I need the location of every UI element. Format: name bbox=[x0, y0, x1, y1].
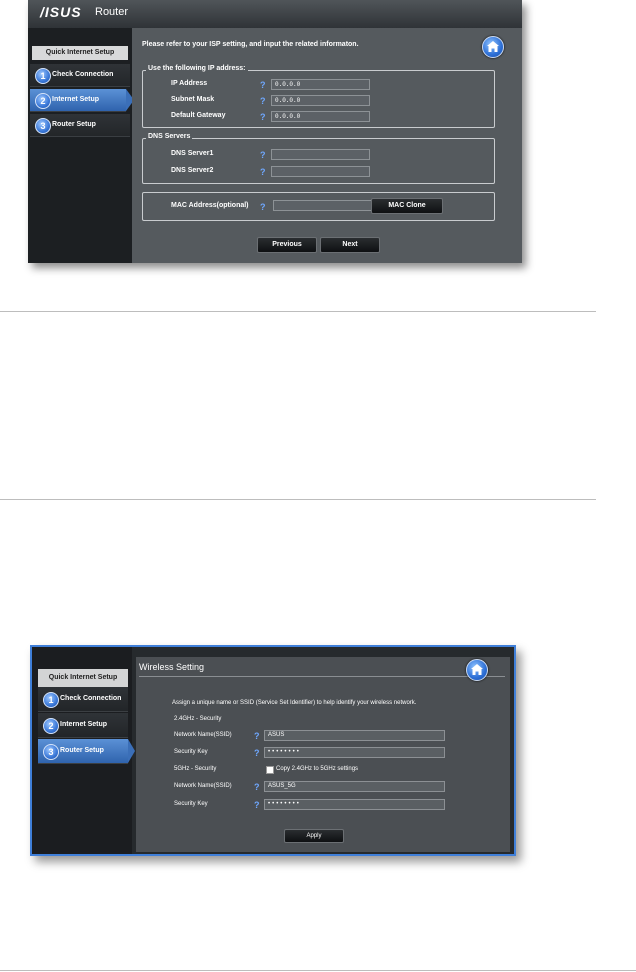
dns-servers-group bbox=[142, 138, 495, 184]
ssid-24-input[interactable]: ASUS bbox=[264, 730, 445, 741]
key-5-label: Security Key bbox=[174, 801, 208, 807]
subnet-mask-label: Subnet Mask bbox=[171, 96, 215, 103]
default-gateway-label: Default Gateway bbox=[171, 112, 226, 119]
sidebar-item-internet-setup[interactable]: 2 Internet Setup bbox=[30, 89, 126, 112]
divider bbox=[0, 970, 636, 971]
help-icon[interactable]: ? bbox=[254, 731, 260, 741]
mac-address-input[interactable] bbox=[273, 200, 372, 211]
help-icon[interactable]: ? bbox=[260, 80, 266, 90]
step-number-icon: 2 bbox=[43, 718, 59, 734]
dns-server1-input[interactable] bbox=[271, 149, 370, 160]
copy-settings-checkbox[interactable] bbox=[266, 766, 274, 774]
next-button[interactable]: Next bbox=[320, 237, 380, 253]
step-number-icon: 1 bbox=[43, 692, 59, 708]
dns-server2-label: DNS Server2 bbox=[171, 167, 214, 174]
title-divider bbox=[139, 676, 505, 677]
help-icon[interactable]: ? bbox=[260, 96, 266, 106]
ip-group-legend: Use the following IP address: bbox=[146, 65, 248, 72]
divider bbox=[0, 499, 596, 500]
wireless-setting-screenshot: Quick Internet Setup 1 Check Connection … bbox=[30, 645, 516, 856]
ip-address-label: IP Address bbox=[171, 80, 208, 87]
sidebar-header: Quick Internet Setup bbox=[32, 46, 128, 60]
section-24ghz-label: 2.4GHz - Security bbox=[174, 716, 222, 722]
ssid-5-input[interactable]: ASUS_5G bbox=[264, 781, 445, 792]
sidebar-item-label: Internet Setup bbox=[60, 721, 108, 728]
mac-address-label: MAC Address(optional) bbox=[171, 202, 249, 209]
home-button[interactable] bbox=[482, 36, 504, 58]
default-gateway-input[interactable]: 0.0.0.0 bbox=[271, 111, 370, 122]
help-icon[interactable]: ? bbox=[254, 800, 260, 810]
sidebar-item-label: Internet Setup bbox=[52, 96, 100, 103]
section-5ghz-label: 5GHz - Security bbox=[174, 766, 217, 772]
home-icon bbox=[487, 41, 499, 52]
mac-clone-button[interactable]: MAC Clone bbox=[371, 198, 443, 214]
sidebar-item-check-connection[interactable]: 1 Check Connection bbox=[38, 687, 128, 712]
dns-server2-input[interactable] bbox=[271, 166, 370, 177]
dns-server1-label: DNS Server1 bbox=[171, 150, 214, 157]
sidebar-item-label: Router Setup bbox=[60, 747, 104, 754]
help-icon[interactable]: ? bbox=[254, 748, 260, 758]
top-bar: /ISUS Router bbox=[28, 0, 522, 28]
key-5-input[interactable]: •••••••• bbox=[264, 799, 445, 810]
key-24-input[interactable]: •••••••• bbox=[264, 747, 445, 758]
instruction-text: Please refer to your ISP setting, and in… bbox=[142, 41, 359, 48]
sidebar-item-internet-setup[interactable]: 2 Internet Setup bbox=[38, 713, 128, 738]
help-icon[interactable]: ? bbox=[260, 167, 266, 177]
sidebar-item-label: Router Setup bbox=[52, 121, 96, 128]
home-button[interactable] bbox=[466, 659, 488, 681]
help-icon[interactable]: ? bbox=[254, 782, 260, 792]
ssid-24-label: Network Name(SSID) bbox=[174, 732, 232, 738]
active-arrow bbox=[128, 739, 135, 763]
ssid-5-label: Network Name(SSID) bbox=[174, 783, 232, 789]
sidebar-item-check-connection[interactable]: 1 Check Connection bbox=[30, 64, 130, 87]
help-icon[interactable]: ? bbox=[260, 202, 266, 212]
asus-logo: /ISUS bbox=[40, 4, 82, 20]
help-icon[interactable]: ? bbox=[260, 150, 266, 160]
sidebar-header: Quick Internet Setup bbox=[38, 669, 128, 687]
sidebar-item-router-setup[interactable]: 3 Router Setup bbox=[30, 114, 130, 137]
key-24-label: Security Key bbox=[174, 749, 208, 755]
sidebar-item-label: Check Connection bbox=[60, 695, 122, 702]
divider bbox=[0, 311, 596, 312]
sidebar-item-router-setup[interactable]: 3 Router Setup bbox=[38, 739, 128, 764]
step-number-icon: 1 bbox=[35, 68, 51, 84]
internet-setup-screenshot: /ISUS Router Quick Internet Setup 1 Chec… bbox=[28, 0, 522, 263]
apply-button[interactable]: Apply bbox=[284, 829, 344, 843]
step-number-icon: 2 bbox=[35, 93, 51, 109]
instruction-text: Assign a unique name or SSID (Service Se… bbox=[172, 700, 417, 706]
step-number-icon: 3 bbox=[43, 744, 59, 760]
page-title: Wireless Setting bbox=[139, 662, 205, 672]
home-icon bbox=[471, 664, 483, 675]
app-title: Router bbox=[95, 6, 129, 18]
help-icon[interactable]: ? bbox=[260, 112, 266, 122]
ip-address-input[interactable]: 0.0.0.0 bbox=[271, 79, 370, 90]
copy-settings-label: Copy 2.4GHz to 5GHz settings bbox=[276, 766, 359, 772]
step-number-icon: 3 bbox=[35, 118, 51, 134]
subnet-mask-input[interactable]: 0.0.0.0 bbox=[271, 95, 370, 106]
sidebar-item-label: Check Connection bbox=[52, 71, 114, 78]
previous-button[interactable]: Previous bbox=[257, 237, 317, 253]
dns-group-legend: DNS Servers bbox=[146, 133, 193, 140]
